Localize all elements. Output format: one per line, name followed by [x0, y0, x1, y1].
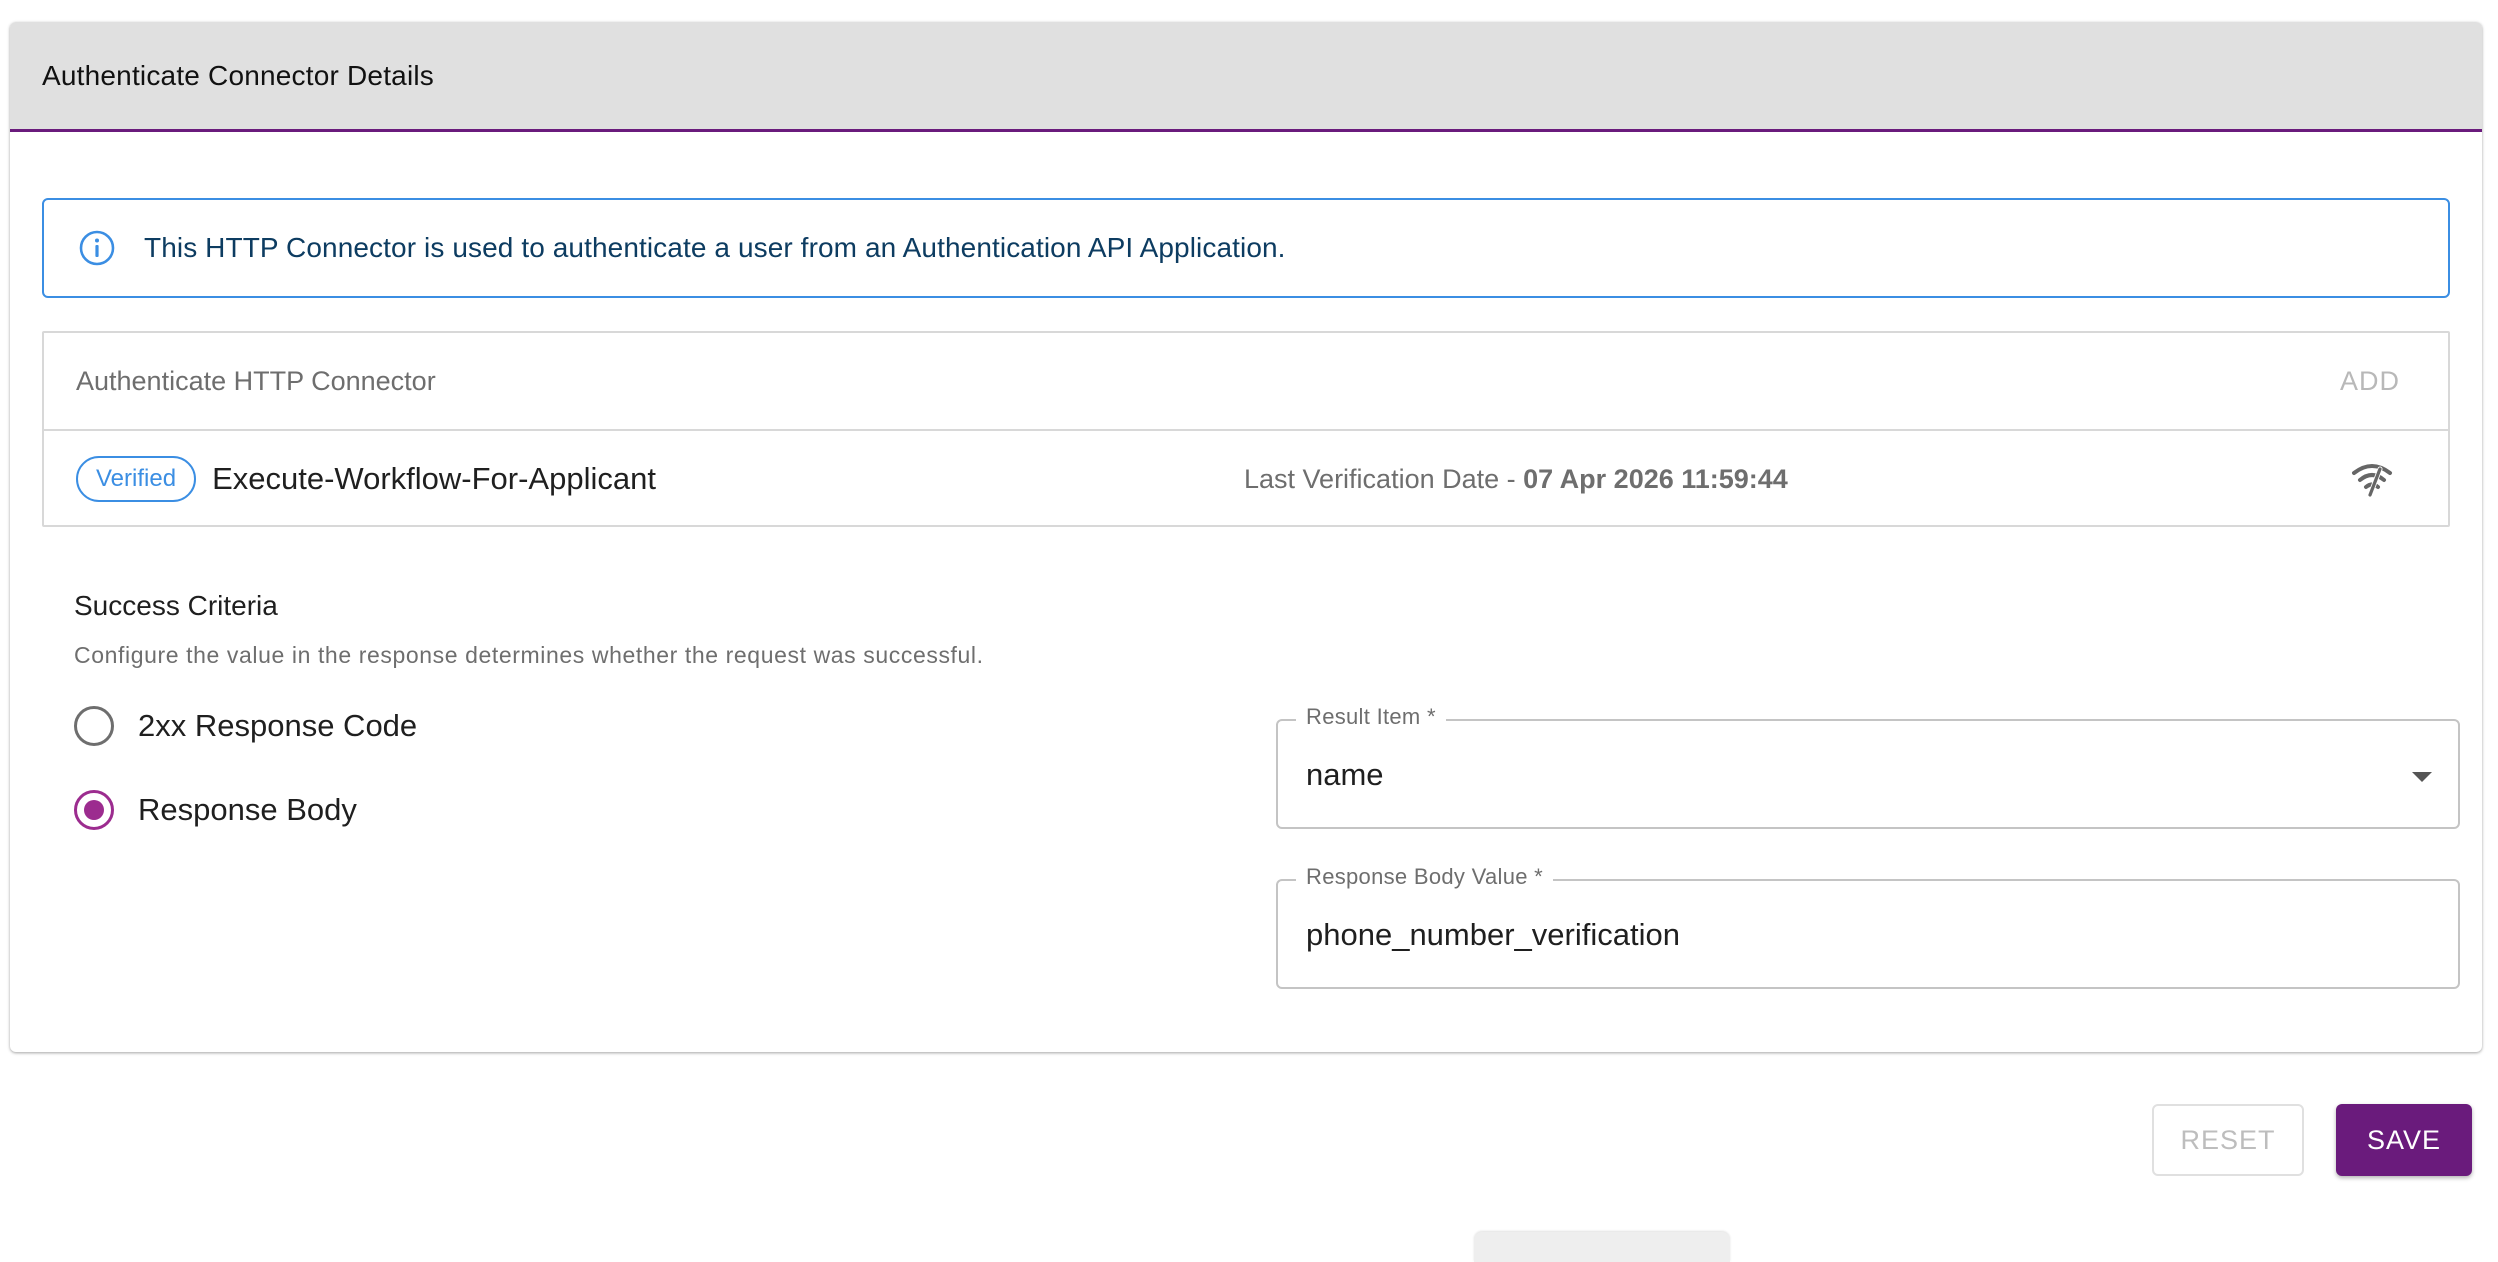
connector-table: Authenticate HTTP Connector ADD Verified…	[42, 331, 2450, 527]
response-body-value-field[interactable]: Response Body Value * phone_number_verif…	[1276, 864, 2460, 989]
connector-name: Execute-Workflow-For-Applicant	[212, 461, 656, 496]
signal-test-icon[interactable]	[2350, 461, 2394, 498]
last-verification-value: 07 Apr 2026 11:59:44	[1523, 463, 1788, 494]
save-button[interactable]: SAVE	[2336, 1104, 2472, 1176]
last-verification-label: Last Verification Date -	[1244, 463, 1524, 494]
connector-table-title: Authenticate HTTP Connector	[76, 365, 436, 396]
last-verification-date: Last Verification Date - 07 Apr 2026 11:…	[1244, 464, 1788, 495]
result-item-value: name	[1306, 757, 1384, 792]
page-title: Authenticate Connector Details	[42, 59, 434, 91]
info-icon	[78, 229, 116, 267]
reset-button[interactable]: RESET	[2152, 1104, 2304, 1176]
radio-response-body[interactable]: Response Body	[74, 790, 357, 830]
radio-label-response-body: Response Body	[138, 792, 357, 827]
response-body-value-input[interactable]: phone_number_verification	[1306, 917, 1680, 953]
radio-unchecked-icon[interactable]	[74, 706, 114, 746]
result-item-label: Result Item *	[1296, 704, 1446, 730]
connector-table-header: Authenticate HTTP Connector ADD	[44, 333, 2448, 431]
verified-badge: Verified	[76, 456, 197, 502]
response-body-value-label: Response Body Value *	[1296, 864, 1554, 890]
radio-label-2xx: 2xx Response Code	[138, 708, 418, 743]
connector-details-card: Authenticate Connector Details This HTTP…	[10, 22, 2482, 1052]
success-criteria-title: Success Criteria	[74, 590, 278, 621]
info-alert-text: This HTTP Connector is used to authentic…	[144, 232, 1286, 263]
card-header: Authenticate Connector Details	[10, 22, 2482, 132]
chevron-down-icon[interactable]	[2412, 772, 2432, 782]
result-item-select[interactable]: Result Item * name	[1276, 704, 2460, 829]
connector-row: Verified Execute-Workflow-For-Applicant …	[44, 431, 2448, 527]
radio-checked-icon[interactable]	[74, 790, 114, 830]
add-connector-button[interactable]: ADD	[2340, 366, 2400, 397]
info-alert: This HTTP Connector is used to authentic…	[42, 198, 2450, 298]
success-criteria-description: Configure the value in the response dete…	[74, 642, 984, 668]
radio-2xx-response-code[interactable]: 2xx Response Code	[74, 706, 417, 746]
bottom-partial-panel	[1474, 1232, 1730, 1262]
